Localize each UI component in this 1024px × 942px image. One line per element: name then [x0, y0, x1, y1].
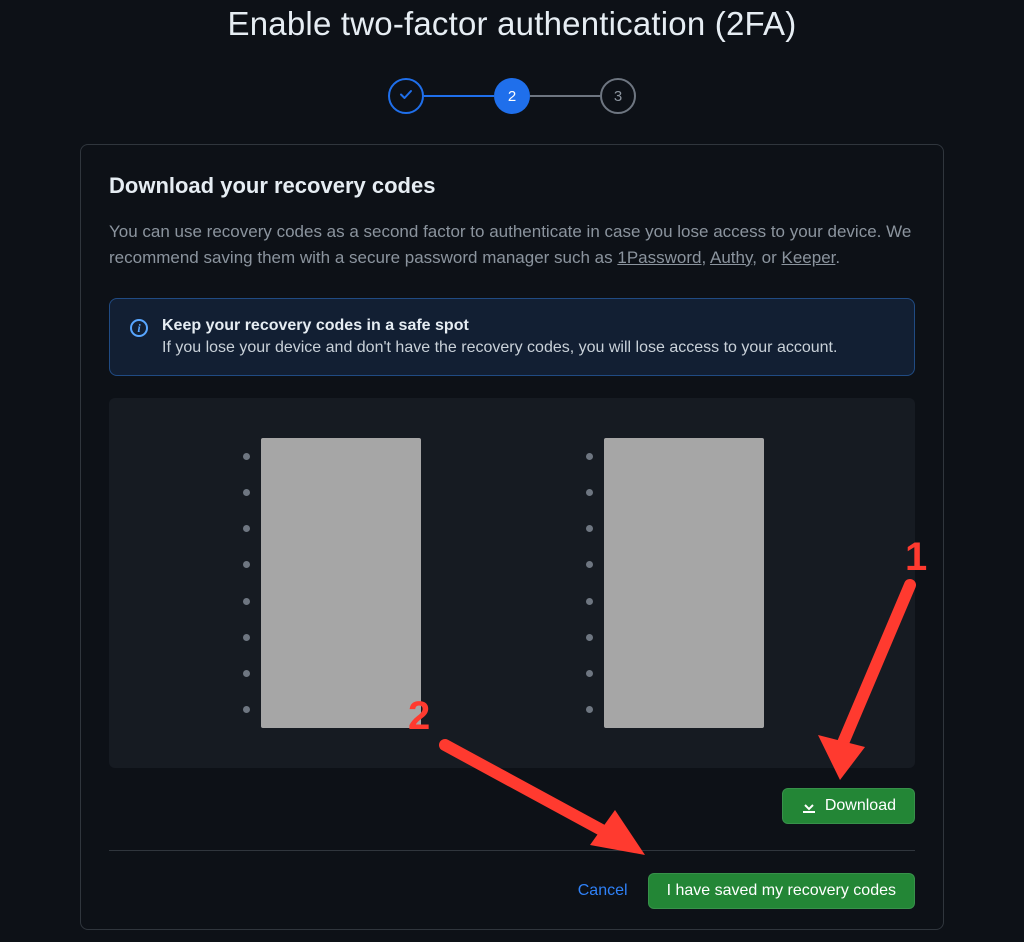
bullet [243, 561, 250, 568]
bullet [586, 634, 593, 641]
annotation-label-2: 2 [408, 694, 430, 739]
desc-post: . [835, 248, 840, 267]
link-keeper[interactable]: Keeper [782, 248, 836, 267]
footer-actions: Cancel I have saved my recovery codes [109, 873, 915, 909]
step-line-1 [424, 95, 494, 97]
bullet [243, 634, 250, 641]
download-button[interactable]: Download [782, 788, 915, 824]
codes-column-1 [261, 438, 421, 728]
bullet [586, 670, 593, 677]
step-3-upcoming: 3 [600, 78, 636, 114]
codes-redacted-block [261, 438, 421, 728]
link-authy[interactable]: Authy [710, 248, 752, 267]
recovery-codes-area [109, 398, 915, 768]
desc-sep: , or [752, 248, 781, 267]
link-1password[interactable]: 1Password [617, 248, 701, 267]
bullet [586, 598, 593, 605]
info-notice: i Keep your recovery codes in a safe spo… [109, 298, 915, 376]
codes-column-2 [604, 438, 764, 728]
codes-redacted-block [604, 438, 764, 728]
bullet [243, 598, 250, 605]
page-title: Enable two-factor authentication (2FA) [0, 0, 1024, 43]
bullet [586, 561, 593, 568]
bullet [586, 525, 593, 532]
bullet [243, 489, 250, 496]
bullet [243, 453, 250, 460]
section-heading: Download your recovery codes [109, 173, 915, 199]
bullet [586, 489, 593, 496]
section-description: You can use recovery codes as a second f… [109, 219, 915, 270]
bullet [243, 706, 250, 713]
bullet [243, 670, 250, 677]
cancel-button[interactable]: Cancel [578, 882, 628, 900]
divider [109, 850, 915, 851]
info-icon: i [130, 319, 148, 337]
confirm-label: I have saved my recovery codes [667, 882, 896, 900]
check-icon [398, 86, 414, 106]
notice-title: Keep your recovery codes in a safe spot [162, 317, 837, 335]
bullet [586, 453, 593, 460]
notice-body: If you lose your device and don't have t… [162, 339, 837, 357]
recovery-codes-card: Download your recovery codes You can use… [80, 144, 944, 930]
bullet [586, 706, 593, 713]
download-icon [801, 798, 817, 814]
annotation-label-1: 1 [905, 535, 927, 580]
step-1-done [388, 78, 424, 114]
stepper: 2 3 [0, 78, 1024, 114]
desc-sep: , [701, 248, 710, 267]
confirm-saved-button[interactable]: I have saved my recovery codes [648, 873, 915, 909]
bullet [243, 525, 250, 532]
step-line-2 [530, 95, 600, 97]
download-label: Download [825, 797, 896, 815]
step-2-current: 2 [494, 78, 530, 114]
